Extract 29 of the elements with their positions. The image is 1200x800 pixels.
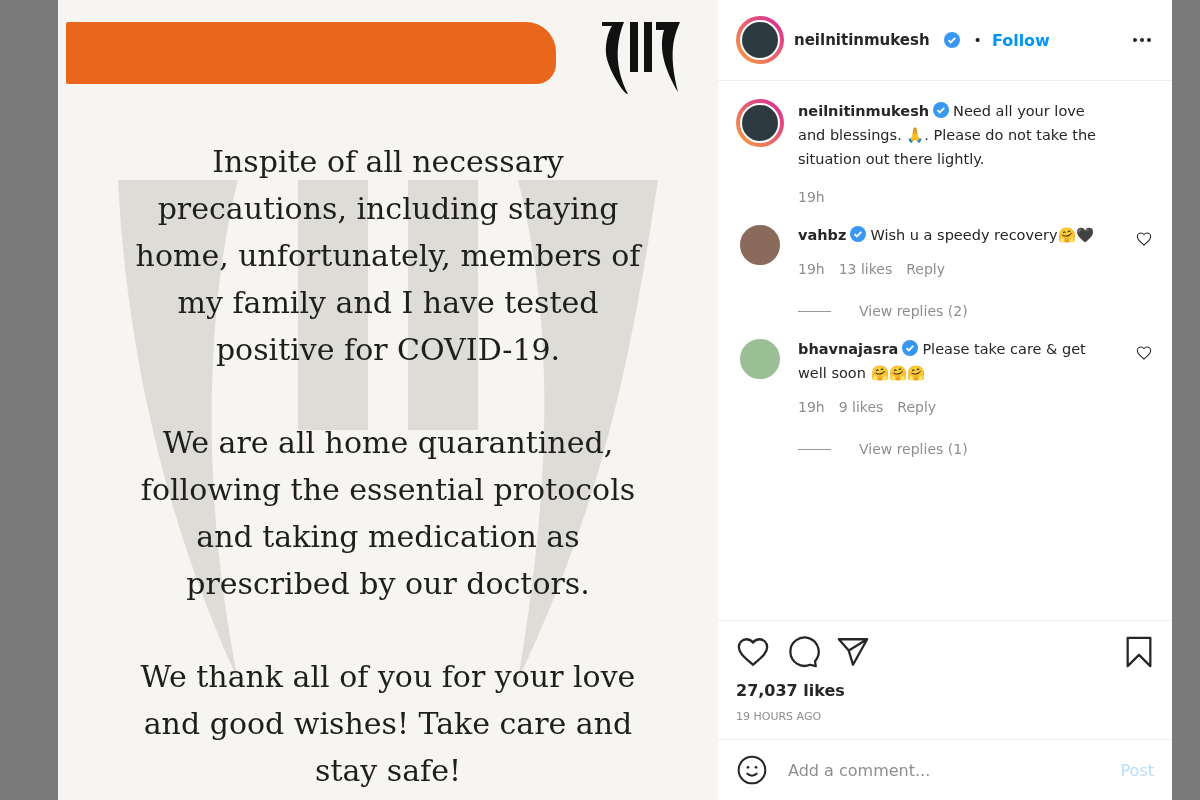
timestamp: 19h [798, 399, 825, 415]
separator-dot: • [973, 32, 982, 48]
timestamp: 19h [798, 261, 825, 277]
heart-icon[interactable] [736, 635, 770, 669]
comment-text: bhavnajasra Please take care & get well soon 🤗🤗🤗 [798, 339, 1087, 383]
username-link[interactable]: neilnitinmukesh [794, 31, 930, 49]
comment-text: vahbz Wish u a speedy recovery🤗🖤 [798, 225, 1095, 245]
view-replies-link[interactable]: View replies (1) [798, 441, 1122, 457]
caption-text: neilnitinmukesh Need all your love and blessings. 🙏. Please do not take the situation out there lightly. [798, 101, 1098, 169]
likes-count-link[interactable]: 13 likes [838, 261, 893, 277]
send-icon[interactable] [836, 635, 870, 669]
heart-icon[interactable] [1136, 231, 1152, 247]
likes-count[interactable]: 27,037 likes [718, 673, 1172, 700]
story-ring-avatar[interactable] [736, 16, 784, 64]
announcement-paragraph: Inspite of all necessary precautions, including staying home, unfortunately, members of my family and I have tested positive for COVID-19. [134, 143, 644, 369]
announcement-paragraph: We thank all of you for your love and good wishes! Take care and stay safe! [139, 658, 637, 790]
heart-icon[interactable] [1136, 345, 1152, 361]
likes-count-link[interactable]: 9 likes [838, 399, 884, 415]
follow-button[interactable]: Follow [991, 30, 1050, 50]
timestamp: 19h [798, 189, 825, 205]
emoji-icon[interactable] [736, 754, 768, 786]
announcement-paragraph: We are all home quarantined, following the essential protocols and taking medication as prescribed by our doctors. [139, 424, 637, 603]
reply-link[interactable]: Reply [897, 399, 937, 415]
view-replies-link[interactable]: View replies (2) [798, 303, 1122, 319]
comment-icon[interactable] [786, 635, 820, 669]
more-options-icon[interactable] [1132, 37, 1152, 43]
post-time: 19 HOURS AGO [735, 709, 823, 725]
story-ring-avatar[interactable] [736, 99, 784, 147]
reply-link[interactable]: Reply [906, 261, 946, 277]
